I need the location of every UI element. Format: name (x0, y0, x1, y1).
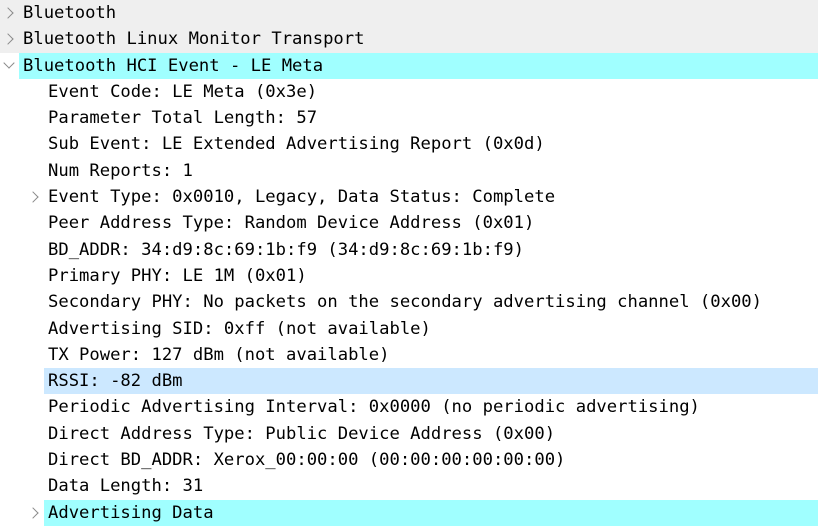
tree-row-label: Advertising SID: 0xff (not available) (48, 318, 431, 339)
tree-row[interactable]: Bluetooth HCI Event - LE Meta (0, 52, 818, 79)
tree-row[interactable]: Periodic Advertising Interval: 0x0000 (n… (0, 394, 818, 420)
tree-row[interactable]: Data Length: 31 (0, 473, 818, 499)
packet-details-tree: Bluetooth Bluetooth Linux Monitor Transpo… (0, 0, 818, 526)
tree-row-label: Direct Address Type: Public Device Addre… (48, 423, 556, 444)
tree-row[interactable]: Advertising SID: 0xff (not available) (0, 316, 818, 342)
tree-row[interactable]: RSSI: -82 dBm (0, 368, 818, 395)
tree-row-label: BD_ADDR: 34:d9:8c:69:1b:f9 (34:d9:8c:69:… (48, 239, 524, 260)
tree-row[interactable]: Bluetooth (0, 0, 818, 27)
tree-row-label: Peer Address Type: Random Device Address… (48, 213, 535, 234)
tree-row[interactable]: Num Reports: 1 (0, 158, 818, 184)
tree-row-label: Advertising Data (48, 502, 214, 523)
chevron-right-icon[interactable] (26, 184, 41, 210)
tree-row[interactable]: Event Code: LE Meta (0x3e) (0, 79, 818, 105)
tree-row[interactable]: Direct BD_ADDR: Xerox_00:00:00 (00:00:00… (0, 447, 818, 473)
tree-row-label: Event Code: LE Meta (0x3e) (48, 81, 318, 102)
chevron-right-icon[interactable] (1, 0, 16, 26)
tree-row-label: Periodic Advertising Interval: 0x0000 (n… (48, 397, 700, 418)
tree-row-label: Direct BD_ADDR: Xerox_00:00:00 (00:00:00… (48, 450, 566, 471)
tree-row-label: Bluetooth HCI Event - LE Meta (23, 55, 324, 76)
tree-row[interactable]: Parameter Total Length: 57 (0, 105, 818, 131)
tree-row[interactable]: Peer Address Type: Random Device Address… (0, 210, 818, 236)
chevron-right-icon[interactable] (26, 500, 41, 526)
tree-row-label: Sub Event: LE Extended Advertising Repor… (48, 134, 545, 155)
tree-row-label: Bluetooth (23, 3, 117, 23)
chevron-down-icon[interactable] (2, 53, 16, 79)
tree-row-label: Secondary PHY: No packets on the seconda… (48, 292, 762, 313)
tree-row-label: Parameter Total Length: 57 (48, 108, 318, 129)
tree-row[interactable]: Direct Address Type: Public Device Addre… (0, 421, 818, 447)
tree-row[interactable]: Sub Event: LE Extended Advertising Repor… (0, 131, 818, 157)
tree-row-label: RSSI: -82 dBm (48, 371, 183, 392)
tree-row[interactable]: Secondary PHY: No packets on the seconda… (0, 289, 818, 315)
tree-row[interactable]: Advertising Data (0, 499, 818, 526)
tree-row-label: Primary PHY: LE 1M (0x01) (48, 265, 307, 286)
tree-row[interactable]: TX Power: 127 dBm (not available) (0, 342, 818, 368)
tree-row[interactable]: BD_ADDR: 34:d9:8c:69:1b:f9 (34:d9:8c:69:… (0, 237, 818, 263)
tree-row-label: Event Type: 0x0010, Legacy, Data Status:… (48, 187, 556, 208)
tree-row[interactable]: Bluetooth Linux Monitor Transport (0, 26, 818, 53)
chevron-right-icon[interactable] (1, 26, 16, 52)
tree-row-label: Bluetooth Linux Monitor Transport (23, 29, 365, 50)
tree-row-label: TX Power: 127 dBm (not available) (48, 344, 390, 365)
tree-row-label: Num Reports: 1 (48, 160, 193, 181)
tree-row-label: Data Length: 31 (48, 476, 204, 497)
tree-row[interactable]: Primary PHY: LE 1M (0x01) (0, 263, 818, 289)
tree-row[interactable]: Event Type: 0x0010, Legacy, Data Status:… (0, 184, 818, 210)
